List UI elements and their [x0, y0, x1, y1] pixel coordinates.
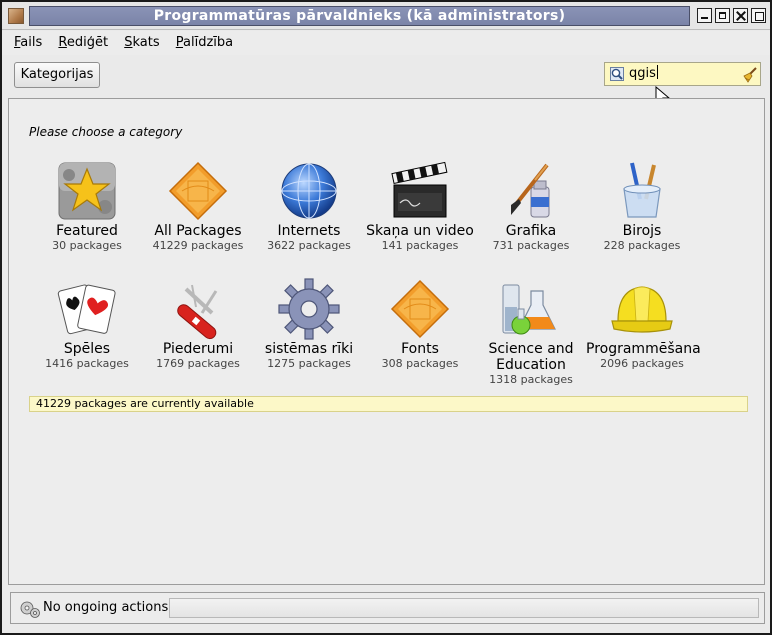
- category-name: sistēmas rīki: [264, 341, 354, 357]
- category-count: 30 packages: [52, 239, 122, 252]
- category-featured[interactable]: Featured 30 packages: [31, 159, 143, 253]
- category-count: 1318 packages: [489, 373, 573, 386]
- category-name: Piederumi: [162, 341, 234, 357]
- gears-icon: [20, 601, 40, 618]
- category-name: Internets: [277, 223, 341, 239]
- menu-help-mnemonic: P: [175, 35, 184, 50]
- maximize-button[interactable]: [715, 8, 730, 23]
- category-office[interactable]: Birojs 228 packages: [586, 159, 698, 253]
- menu-file[interactable]: Fails: [2, 31, 48, 55]
- category-count: 308 packages: [381, 357, 459, 370]
- paint-brush-icon: [511, 163, 550, 218]
- app-icon[interactable]: [8, 8, 24, 24]
- menu-help-rest: alīdzība: [183, 35, 234, 50]
- category-count: 1275 packages: [267, 357, 351, 370]
- category-name: Programmēšana: [586, 341, 701, 357]
- category-games[interactable]: Spēles 1416 packages: [31, 277, 143, 371]
- lab-flask-icon: [502, 284, 556, 335]
- category-count: 41229 packages: [152, 239, 244, 252]
- category-count: 731 packages: [492, 239, 570, 252]
- globe-icon: [281, 163, 337, 219]
- hard-hat-icon: [611, 286, 673, 333]
- orange-package-icon: [390, 279, 450, 339]
- magnifier-icon: [610, 67, 624, 81]
- actions-status: No ongoing actions: [43, 600, 169, 615]
- orange-package-icon: [168, 161, 228, 221]
- minimize-button[interactable]: [697, 8, 712, 23]
- shade-button[interactable]: [751, 8, 766, 23]
- category-name: All Packages: [154, 223, 242, 239]
- category-count: 1416 packages: [45, 357, 129, 370]
- application-window: Programmatūras pārvaldnieks (kā administ…: [0, 0, 772, 635]
- swiss-knife-icon: [177, 284, 218, 340]
- star-featured-icon: [58, 162, 116, 220]
- menu-file-rest: ails: [20, 35, 43, 50]
- category-graphics[interactable]: Grafika 731 packages: [475, 159, 587, 253]
- category-sound-video[interactable]: Skaņa un video 141 packages: [364, 159, 476, 253]
- menu-help[interactable]: Palīdzība: [170, 31, 239, 55]
- category-count: 3622 packages: [267, 239, 351, 252]
- progress-bar: [169, 598, 759, 618]
- category-count: 141 packages: [381, 239, 459, 252]
- category-name: Fonts: [401, 341, 439, 357]
- search-input[interactable]: qgis: [604, 62, 761, 86]
- search-value-text: qgis: [629, 66, 656, 81]
- menu-edit-rest: ediģēt: [66, 35, 109, 50]
- playing-cards-icon: [57, 284, 116, 335]
- text-cursor: [656, 65, 658, 79]
- window-title: Programmatūras pārvaldnieks (kā administ…: [29, 6, 690, 26]
- menu-edit-mnemonic: R: [58, 35, 67, 50]
- menu-view[interactable]: Skats: [118, 31, 165, 55]
- category-system-tools[interactable]: sistēmas rīki 1275 packages: [253, 277, 365, 371]
- menu-edit[interactable]: Rediģēt: [52, 31, 114, 55]
- clapperboard-icon: [391, 161, 448, 218]
- category-name: Spēles: [63, 341, 111, 357]
- category-science-education[interactable]: Science and Education 1318 packages: [475, 277, 587, 387]
- category-fonts[interactable]: Fonts 308 packages: [364, 277, 476, 371]
- category-count: 228 packages: [603, 239, 681, 252]
- category-internet[interactable]: Internets 3622 packages: [253, 159, 365, 253]
- gear-icon: [278, 278, 340, 340]
- category-name: Grafika: [505, 223, 557, 239]
- category-name: Science and Education: [488, 341, 574, 373]
- category-all-packages[interactable]: All Packages 41229 packages: [142, 159, 254, 253]
- category-accessories[interactable]: Piederumi 1769 packages: [142, 277, 254, 371]
- category-programming[interactable]: Programmēšana 2096 packages: [586, 277, 701, 371]
- category-name: Featured: [56, 223, 118, 239]
- categories-button[interactable]: Kategorijas: [14, 62, 100, 88]
- title-bar[interactable]: Programmatūras pārvaldnieks (kā administ…: [2, 2, 770, 30]
- category-name: Skaņa un video: [366, 223, 474, 239]
- choose-category-label: Please choose a category: [29, 125, 183, 139]
- category-panel: Please choose a category Featured 30 pac…: [8, 98, 765, 585]
- menu-bar: Fails Rediģēt Skats Palīdzība: [2, 31, 770, 55]
- availability-banner: 41229 packages are currently available: [29, 396, 748, 412]
- menu-view-rest: kats: [132, 35, 160, 50]
- search-value: qgis: [629, 63, 658, 85]
- pencil-cup-icon: [623, 162, 661, 218]
- category-name: Birojs: [622, 223, 662, 239]
- status-bar: No ongoing actions: [10, 592, 765, 624]
- category-count: 1769 packages: [156, 357, 240, 370]
- broom-icon[interactable]: [741, 66, 759, 84]
- close-button[interactable]: [733, 8, 748, 23]
- category-count: 2096 packages: [600, 357, 684, 370]
